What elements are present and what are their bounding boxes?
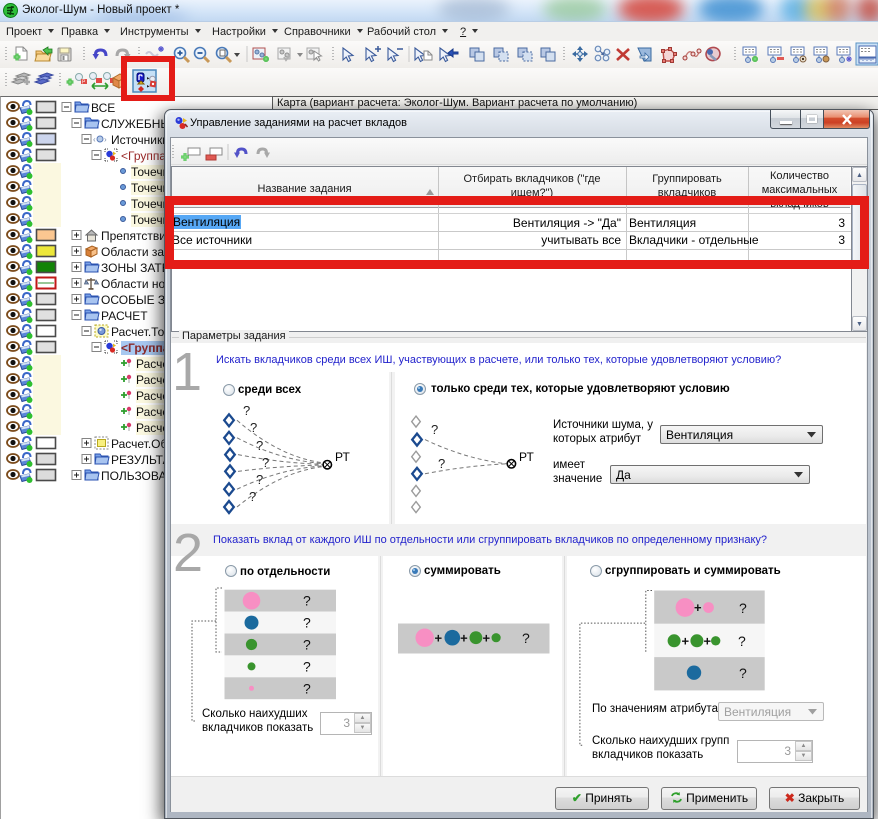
svg-text:?: ? [438,456,445,471]
svg-text:?: ? [303,593,311,609]
svg-text:?: ? [256,438,263,453]
svg-text:?: ? [431,422,438,437]
svg-text:+: + [694,600,702,615]
svg-text:?: ? [262,455,269,470]
svg-text:?: ? [303,615,311,631]
svg-text:?: ? [303,658,311,674]
svg-text:?: ? [250,420,257,435]
svg-text:?: ? [739,665,747,681]
svg-text:?: ? [303,680,311,696]
svg-text:+: + [704,634,712,649]
svg-text:?: ? [303,637,311,653]
svg-text:?: ? [243,403,250,418]
svg-text:?: ? [256,472,263,487]
svg-text:+: + [483,631,491,646]
svg-text:РТ: РТ [335,450,350,464]
svg-text:?: ? [522,630,530,646]
svg-text:+: + [682,634,690,649]
svg-text:+: + [435,631,443,646]
svg-text:РТ: РТ [519,450,534,464]
svg-text:+: + [460,631,468,646]
svg-text:?: ? [249,489,256,504]
svg-text:?: ? [738,633,746,649]
svg-text:?: ? [739,600,747,616]
